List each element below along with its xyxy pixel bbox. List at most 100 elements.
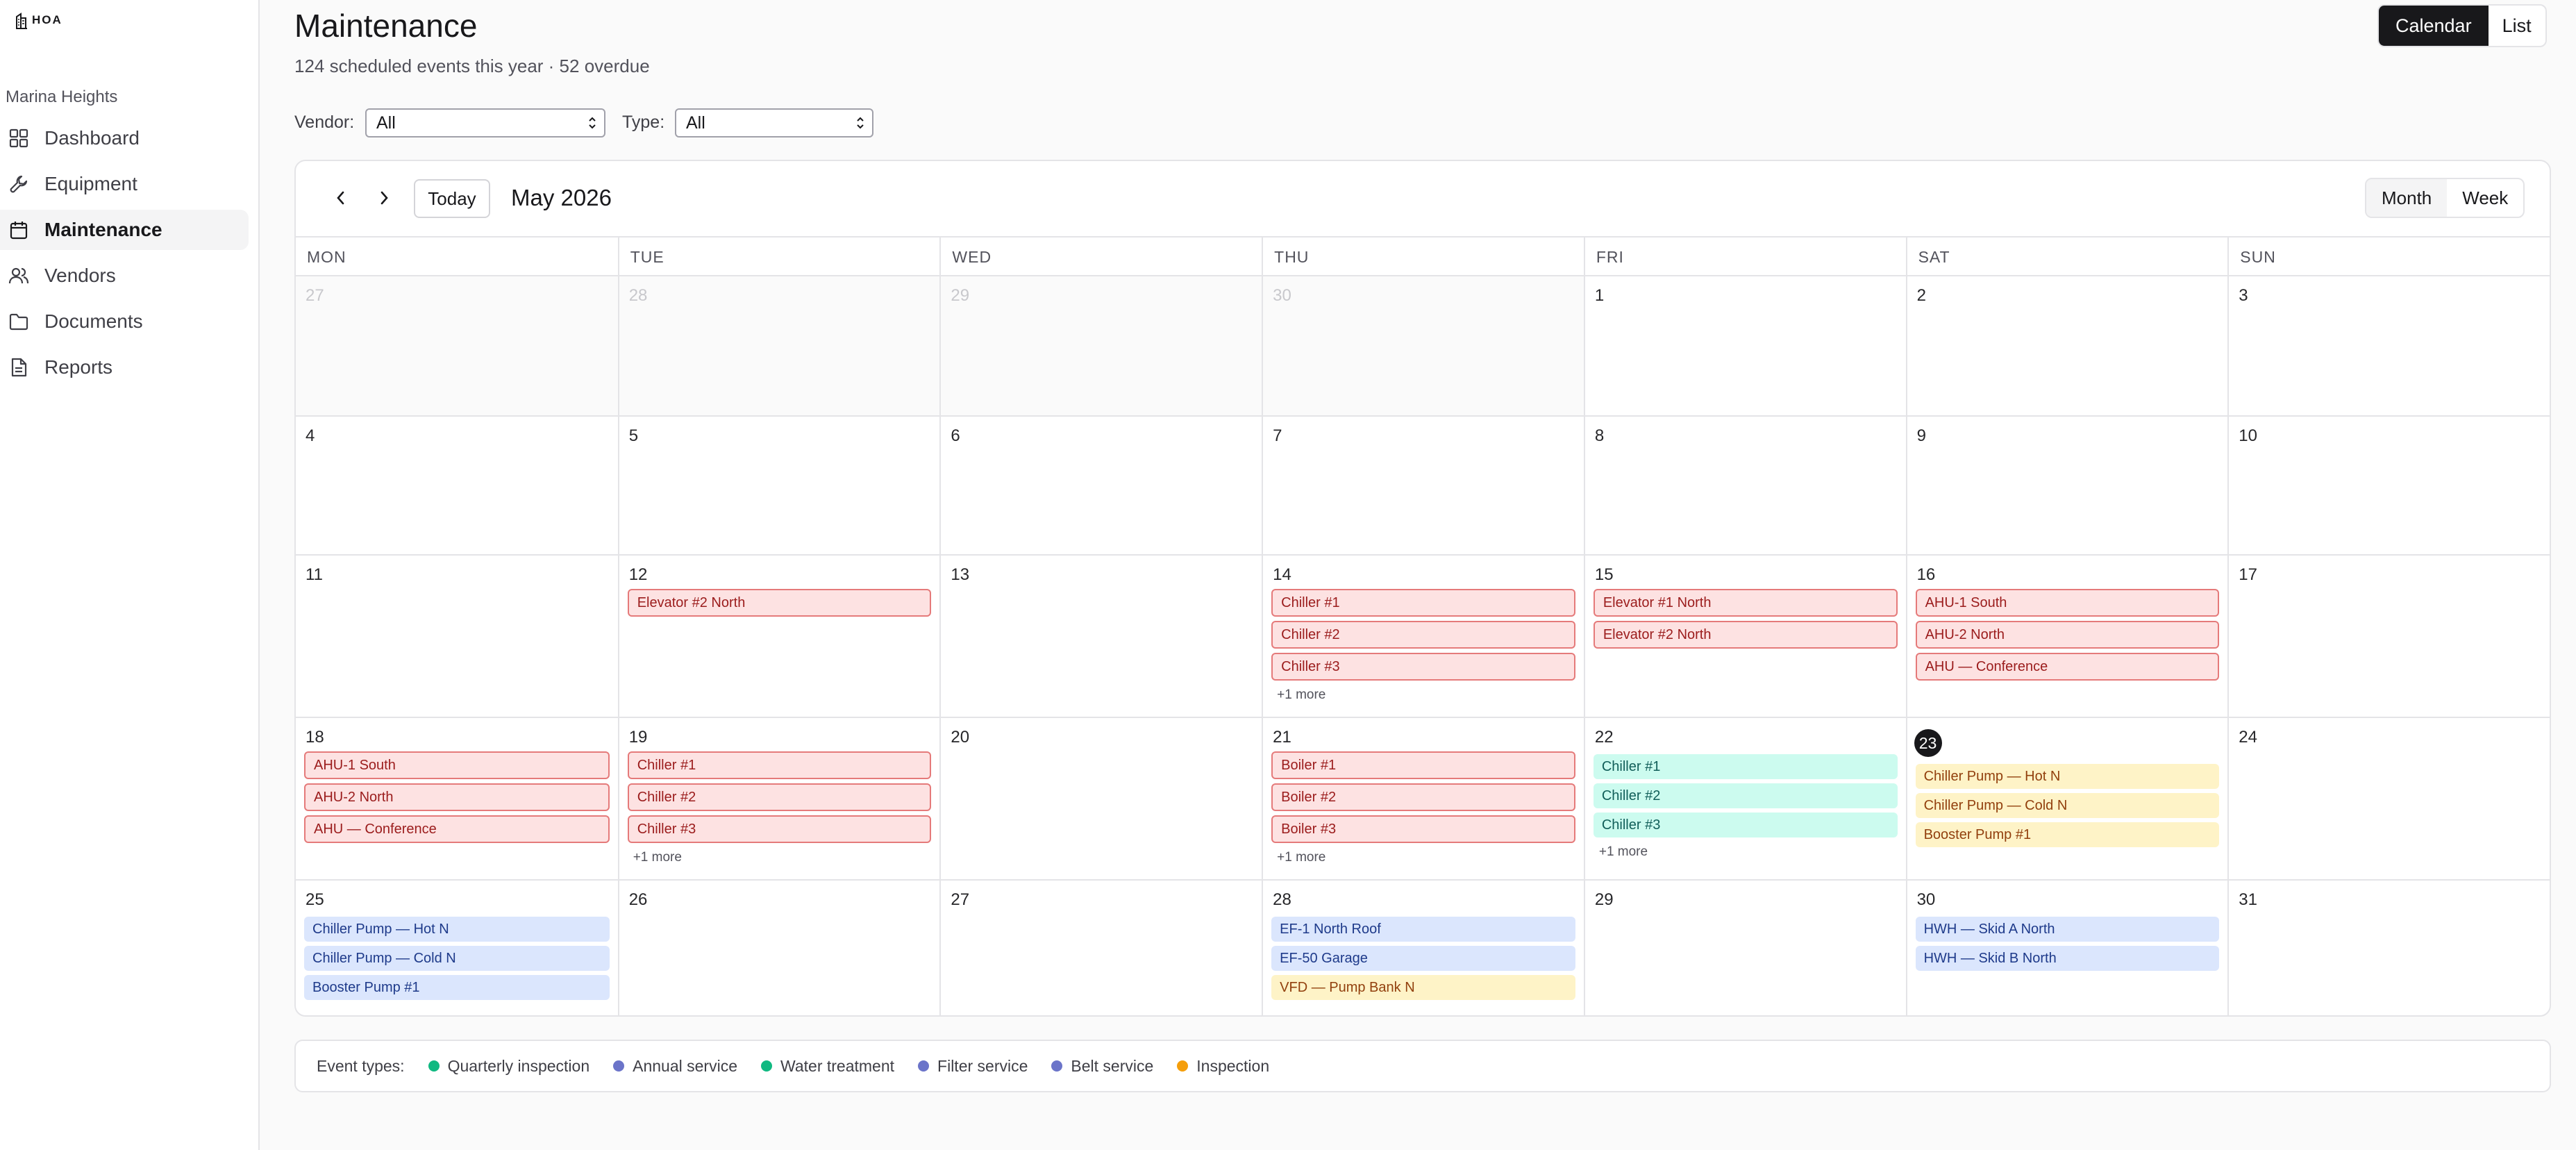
day-cell[interactable]: 17 <box>2227 554 2550 717</box>
calendar-event[interactable]: Chiller #3 <box>627 815 932 843</box>
more-events-link[interactable]: +1 more <box>633 850 682 865</box>
day-cell[interactable]: 7 <box>1262 415 1584 554</box>
day-cell[interactable]: 21 Boiler #1 Boiler #2 Boiler #3 +1 more <box>1262 717 1584 879</box>
calendar-event[interactable]: AHU — Conference <box>304 815 610 843</box>
more-events-link[interactable]: +1 more <box>1599 844 1648 860</box>
calendar-event[interactable]: Elevator #1 North <box>1593 589 1898 617</box>
calendar-event[interactable]: Chiller #2 <box>1593 783 1898 808</box>
day-cell[interactable]: 4 <box>296 415 618 554</box>
calendar-event[interactable]: VFD — Pump Bank N <box>1271 975 1575 1000</box>
day-number: 21 <box>1273 728 1291 747</box>
day-cell[interactable]: 20 <box>939 717 1262 879</box>
vendor-select[interactable]: All <box>365 108 605 138</box>
calendar-event[interactable]: AHU — Conference <box>1915 653 2220 681</box>
sidebar-item-maintenance[interactable]: Maintenance <box>0 210 249 250</box>
day-cell[interactable]: 11 <box>296 554 618 717</box>
calendar-event[interactable]: EF-50 Garage <box>1271 946 1575 971</box>
day-cell[interactable]: 27 <box>939 879 1262 1015</box>
day-cell[interactable]: 9 <box>1905 415 2228 554</box>
more-events-link[interactable]: +1 more <box>1277 688 1325 703</box>
month-mode-button[interactable]: Month <box>2366 179 2448 217</box>
day-number: 10 <box>2239 426 2257 445</box>
app-logo[interactable]: HOA <box>15 11 62 29</box>
day-cell[interactable]: 29 <box>1583 879 1906 1015</box>
day-cell[interactable]: 16 AHU-1 South AHU-2 North AHU — Conference <box>1905 554 2228 717</box>
day-number: 6 <box>951 426 960 445</box>
day-cell[interactable]: 10 <box>2227 415 2550 554</box>
calendar-event[interactable]: Chiller #3 <box>1271 653 1575 681</box>
calendar-view-button[interactable]: Calendar <box>2379 6 2489 46</box>
day-cell[interactable]: 3 <box>2227 276 2550 415</box>
calendar-event[interactable]: HWH — Skid A North <box>1915 917 2220 942</box>
calendar-event[interactable]: AHU-1 South <box>1915 589 2220 617</box>
page-title: Maintenance <box>294 8 478 44</box>
calendar-event[interactable]: Chiller #2 <box>1271 621 1575 649</box>
calendar-event[interactable]: AHU-2 North <box>1915 621 2220 649</box>
day-cell[interactable]: 5 <box>617 415 940 554</box>
calendar-event[interactable]: Chiller Pump — Cold N <box>1915 793 2220 818</box>
day-cell[interactable]: 2 <box>1905 276 2228 415</box>
calendar-event[interactable]: Booster Pump #1 <box>304 975 610 1000</box>
calendar-event[interactable]: Chiller #1 <box>1271 589 1575 617</box>
sidebar-item-reports[interactable]: Reports <box>0 347 249 388</box>
legend-dot-icon <box>1177 1060 1189 1072</box>
day-cell[interactable]: 30 <box>1262 276 1584 415</box>
calendar-event[interactable]: Chiller Pump — Hot N <box>1915 764 2220 789</box>
day-cell[interactable]: 19 Chiller #1 Chiller #2 Chiller #3 +1 more <box>617 717 940 879</box>
calendar-event[interactable]: EF-1 North Roof <box>1271 917 1575 942</box>
calendar-event[interactable]: Elevator #2 North <box>1593 621 1898 649</box>
sidebar-item-dashboard[interactable]: Dashboard <box>0 118 249 158</box>
week-mode-button[interactable]: Week <box>2447 179 2523 217</box>
calendar-event[interactable]: Boiler #3 <box>1271 815 1575 843</box>
calendar-event[interactable]: AHU-1 South <box>304 751 610 779</box>
day-cell[interactable]: 28 <box>617 276 940 415</box>
day-number: 29 <box>951 286 970 305</box>
next-month-button[interactable] <box>368 182 400 214</box>
day-cell[interactable]: 13 <box>939 554 1262 717</box>
day-cell[interactable]: 28 EF-1 North Roof EF-50 Garage VFD — Pump … <box>1262 879 1584 1015</box>
event-type-legend: Event types: Quarterly inspection Annual … <box>294 1040 2551 1092</box>
day-cell[interactable]: 27 <box>296 276 618 415</box>
calendar-event[interactable]: Boiler #2 <box>1271 783 1575 811</box>
day-cell[interactable]: 29 <box>939 276 1262 415</box>
sidebar-item-equipment[interactable]: Equipment <box>0 164 249 204</box>
day-cell[interactable]: 24 <box>2227 717 2550 879</box>
day-cell[interactable]: 8 <box>1583 415 1906 554</box>
calendar-event[interactable]: Chiller Pump — Cold N <box>304 946 610 971</box>
dashboard-icon <box>9 128 28 148</box>
calendar-event[interactable]: Chiller #2 <box>627 783 932 811</box>
day-cell[interactable]: 1 <box>1583 276 1906 415</box>
vendor-filter-label: Vendor: <box>294 112 355 132</box>
day-cell[interactable]: 31 <box>2227 879 2550 1015</box>
day-cell[interactable]: 14 Chiller #1 Chiller #2 Chiller #3 +1 more <box>1262 554 1584 717</box>
day-cell[interactable]: 12 Elevator #2 North <box>617 554 940 717</box>
calendar-event[interactable]: Booster Pump #1 <box>1915 822 2220 847</box>
day-cell[interactable]: 18 AHU-1 South AHU-2 North AHU — Conference <box>296 717 618 879</box>
more-events-link[interactable]: +1 more <box>1277 850 1325 865</box>
day-cell[interactable]: 6 <box>939 415 1262 554</box>
day-cell[interactable]: 23 Chiller Pump — Hot N Chiller Pump — Col… <box>1905 717 2228 879</box>
calendar-event[interactable]: HWH — Skid B North <box>1915 946 2220 971</box>
today-button[interactable]: Today <box>414 179 490 218</box>
calendar-event[interactable]: Chiller #3 <box>1593 812 1898 838</box>
list-view-button[interactable]: List <box>2489 6 2545 46</box>
legend-label: Belt service <box>1071 1056 1154 1075</box>
day-cell[interactable]: 25 Chiller Pump — Hot N Chiller Pump — Col… <box>296 879 618 1015</box>
calendar-event[interactable]: Chiller Pump — Hot N <box>304 917 610 942</box>
sidebar-item-vendors[interactable]: Vendors <box>0 256 249 296</box>
calendar-event[interactable]: Boiler #1 <box>1271 751 1575 779</box>
calendar-event[interactable]: Chiller #1 <box>627 751 932 779</box>
day-cell[interactable]: 15 Elevator #1 North Elevator #2 North <box>1583 554 1906 717</box>
prev-month-button[interactable] <box>325 182 357 214</box>
sidebar-item-documents[interactable]: Documents <box>0 301 249 342</box>
legend-label: Water treatment <box>780 1056 895 1075</box>
type-select[interactable]: All <box>675 108 873 138</box>
calendar-event[interactable]: AHU-2 North <box>304 783 610 811</box>
day-number: 19 <box>628 728 648 747</box>
day-cell[interactable]: 26 <box>617 879 940 1015</box>
calendar-event[interactable]: Elevator #2 North <box>627 589 932 617</box>
day-cell[interactable]: 30 HWH — Skid A North HWH — Skid B North <box>1905 879 2228 1015</box>
day-number: 30 <box>1916 890 1936 909</box>
calendar-event[interactable]: Chiller #1 <box>1593 754 1898 779</box>
day-cell[interactable]: 22 Chiller #1 Chiller #2 Chiller #3 +1 more <box>1583 717 1906 879</box>
